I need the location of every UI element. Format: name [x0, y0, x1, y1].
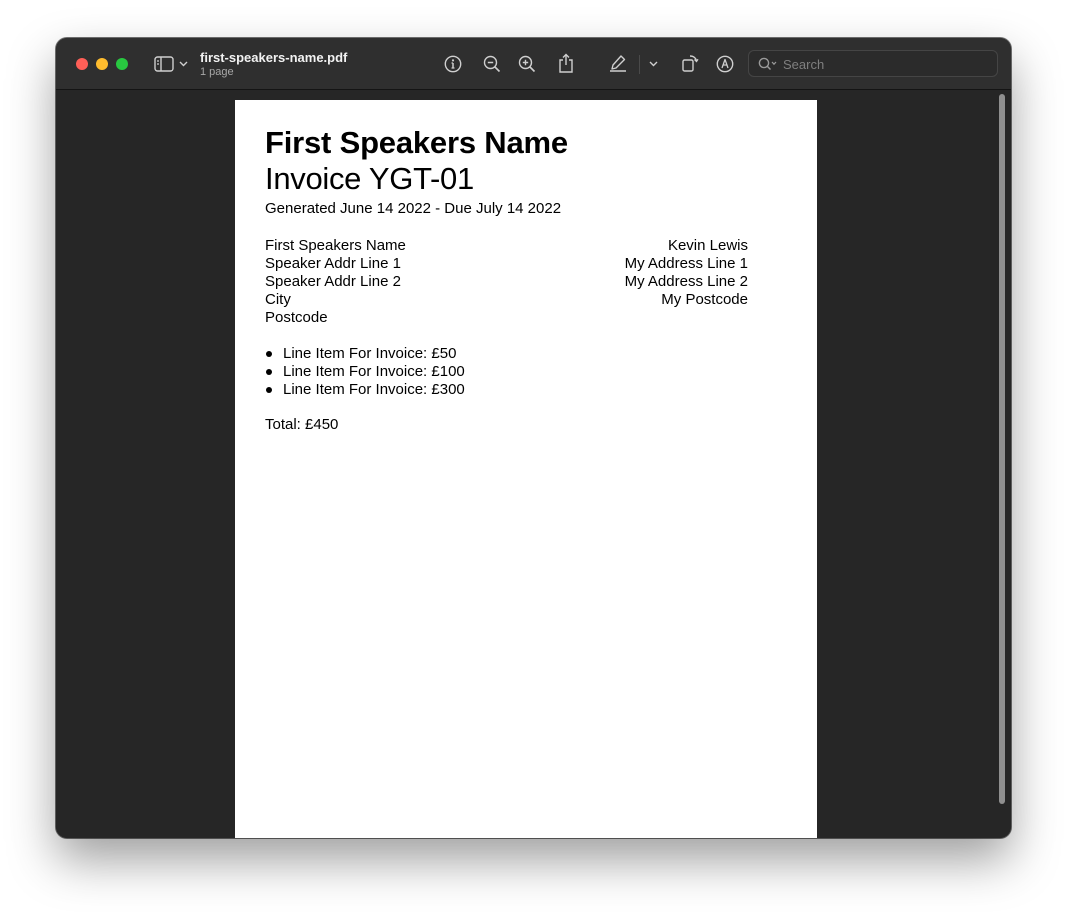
speaker-address-line: City [265, 291, 291, 308]
chevron-down-icon[interactable] [177, 58, 189, 70]
chevron-down-icon[interactable] [647, 58, 659, 70]
generated-due-date: Generated June 14 2022 - Due July 14 202… [265, 200, 562, 217]
sidebar-toggle-icon[interactable] [153, 54, 175, 74]
document-title: first-speakers-name.pdf [200, 50, 348, 65]
info-icon[interactable] [443, 54, 463, 74]
document-viewport[interactable]: First Speakers Name Invoice YGT-01 Gener… [56, 90, 1011, 838]
search-icon [758, 57, 778, 71]
zoom-in-icon[interactable] [517, 54, 537, 74]
highlight-pen-icon[interactable] [608, 53, 628, 73]
scrollbar-thumb[interactable] [999, 94, 1005, 804]
recipient-address-line: My Address Line 2 [624, 273, 748, 290]
page-count-label: 1 page [200, 66, 234, 78]
maximize-window-button[interactable] [116, 58, 128, 70]
line-item: Line Item For Invoice: £300 [265, 381, 465, 399]
search-field[interactable] [748, 50, 998, 77]
speaker-address-line: Postcode [265, 309, 328, 326]
vertical-scrollbar[interactable] [997, 92, 1007, 836]
invoice-number-heading: Invoice YGT-01 [265, 161, 474, 196]
title-bar: first-speakers-name.pdf 1 page [56, 38, 1011, 90]
speaker-address-line: Speaker Addr Line 1 [265, 255, 401, 272]
speaker-address-line: Speaker Addr Line 2 [265, 273, 401, 290]
rotate-icon[interactable] [680, 52, 700, 74]
share-icon[interactable] [556, 52, 576, 74]
preview-window: first-speakers-name.pdf 1 page Search Fi… [56, 38, 1011, 838]
speaker-name-heading: First Speakers Name [265, 125, 568, 160]
recipient-address-line: My Postcode [661, 291, 748, 308]
markup-icon[interactable] [715, 54, 735, 74]
recipient-address-line: My Address Line 1 [624, 255, 748, 272]
line-item: Line Item For Invoice: £100 [265, 363, 465, 381]
minimize-window-button[interactable] [96, 58, 108, 70]
toolbar-divider [639, 55, 640, 74]
pdf-page: First Speakers Name Invoice YGT-01 Gener… [235, 100, 817, 838]
line-item: Line Item For Invoice: £50 [265, 345, 465, 363]
invoice-total: Total: £450 [265, 416, 339, 433]
line-items-list: Line Item For Invoice: £50 Line Item For… [265, 345, 465, 399]
speaker-address-line: First Speakers Name [265, 237, 406, 254]
recipient-address-block: Kevin Lewis My Address Line 1 My Address… [625, 237, 748, 309]
search-input[interactable] [783, 55, 983, 73]
zoom-out-icon[interactable] [482, 54, 502, 74]
close-window-button[interactable] [76, 58, 88, 70]
recipient-address-line: Kevin Lewis [667, 237, 748, 254]
speaker-address-block: First Speakers Name Speaker Addr Line 1 … [265, 237, 406, 327]
